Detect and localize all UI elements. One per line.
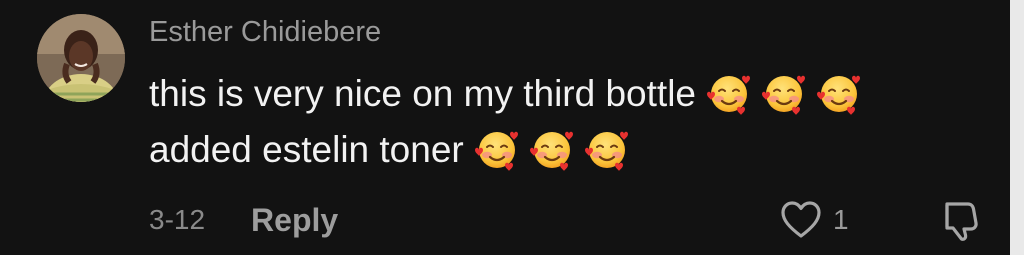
like-button[interactable]: 1 xyxy=(781,198,849,242)
comment-item: Esther Chidiebere this is very nice on m… xyxy=(0,0,1024,255)
comment-date: 3-12 xyxy=(149,204,206,235)
smiling-face-with-hearts-icon xyxy=(816,70,862,116)
smiling-face-with-hearts-icon xyxy=(761,70,807,116)
scrollbar-edge xyxy=(1010,0,1024,255)
thumbs-down-icon xyxy=(945,202,978,241)
comment-meta: 3-12 Reply xyxy=(149,198,338,242)
dislike-button[interactable] xyxy=(938,198,984,242)
comment-line-2: added estelin toner xyxy=(149,122,969,178)
comment-line-1: this is very nice on my third bottle xyxy=(149,66,969,122)
comment-body: this is very nice on my third bottle add… xyxy=(149,66,969,178)
comment-author[interactable]: Esther Chidiebere xyxy=(149,16,381,49)
heart-icon xyxy=(781,201,821,238)
avatar[interactable] xyxy=(37,14,125,102)
smiling-face-with-hearts-icon xyxy=(706,70,752,116)
like-count: 1 xyxy=(833,204,849,235)
smiling-face-with-hearts-icon xyxy=(528,126,575,172)
reply-button[interactable]: Reply xyxy=(251,202,338,239)
comment-text-line-2: added estelin toner xyxy=(149,129,464,170)
avatar-image xyxy=(37,14,125,102)
comment-text-line-1: this is very nice on my third bottle xyxy=(149,73,696,114)
smiling-face-with-hearts-icon xyxy=(473,126,520,172)
smiling-face-with-hearts-icon xyxy=(583,126,630,172)
